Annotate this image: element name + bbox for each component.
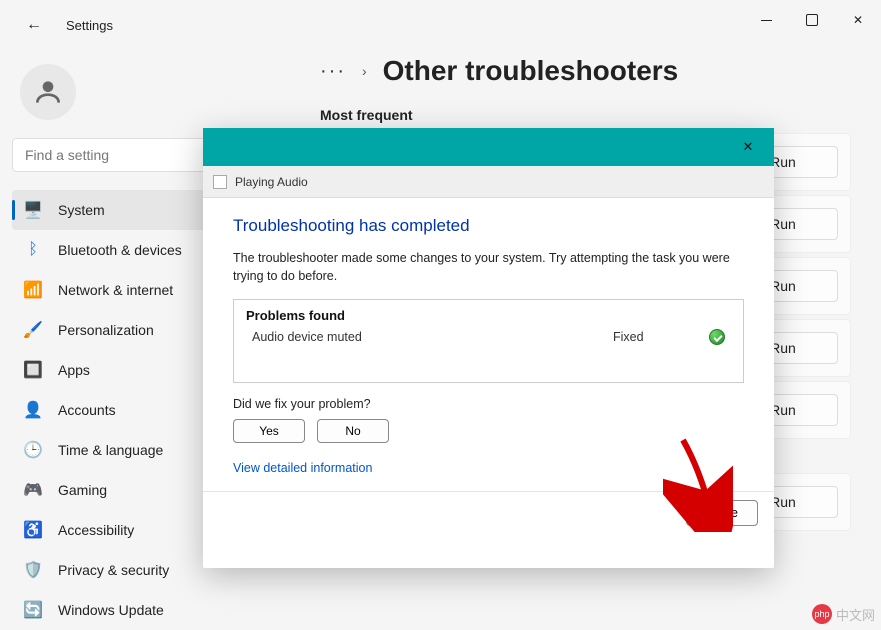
- sidebar-item-label: Privacy & security: [58, 562, 169, 578]
- watermark-logo: php: [812, 604, 832, 624]
- avatar[interactable]: [20, 64, 76, 120]
- sidebar-item-label: Accessibility: [58, 522, 134, 538]
- sidebar-item-label: Personalization: [58, 322, 154, 338]
- dialog-titlebar: ✕: [203, 128, 774, 166]
- problems-found-label: Problems found: [246, 308, 731, 323]
- dialog-title: Troubleshooting has completed: [233, 216, 744, 236]
- watermark-text: 中文网: [836, 605, 875, 624]
- sidebar-item-label: Windows Update: [58, 602, 164, 618]
- problem-row: Audio device muted Fixed: [246, 329, 731, 345]
- gamepad-icon: 🎮: [24, 481, 42, 499]
- maximize-button[interactable]: [789, 0, 835, 40]
- fix-question: Did we fix your problem?: [233, 397, 744, 411]
- update-icon: 🔄: [24, 601, 42, 619]
- search-placeholder: Find a setting: [25, 147, 109, 163]
- watermark: php 中文网: [812, 604, 875, 624]
- audio-icon: [213, 175, 227, 189]
- close-button[interactable]: Close: [686, 500, 758, 526]
- dialog-close-button[interactable]: ✕: [728, 129, 768, 165]
- no-button[interactable]: No: [317, 419, 389, 443]
- chevron-right-icon: ›: [362, 63, 367, 79]
- yes-button[interactable]: Yes: [233, 419, 305, 443]
- window-close-button[interactable]: [835, 0, 881, 40]
- sidebar-item-label: Bluetooth & devices: [58, 242, 182, 258]
- sidebar-item-label: Gaming: [58, 482, 107, 498]
- page-title: Other troubleshooters: [383, 55, 679, 87]
- dialog-body-text: The troubleshooter made some changes to …: [233, 250, 744, 285]
- problem-name: Audio device muted: [252, 330, 613, 344]
- breadcrumb: ··· › Other troubleshooters: [320, 55, 851, 87]
- shield-icon: 🛡️: [24, 561, 42, 579]
- sidebar-item-label: Accounts: [58, 402, 116, 418]
- troubleshooter-dialog: ✕ Playing Audio Troubleshooting has comp…: [203, 128, 774, 568]
- sidebar-item-label: Network & internet: [58, 282, 173, 298]
- minimize-button[interactable]: [743, 0, 789, 40]
- accessibility-icon: ♿: [24, 521, 42, 539]
- dialog-header-title: Playing Audio: [235, 175, 308, 189]
- clock-globe-icon: 🕒: [24, 441, 42, 459]
- display-icon: 🖥️: [24, 201, 42, 219]
- user-icon: [32, 76, 64, 108]
- checkmark-icon: [709, 329, 725, 345]
- problems-found-box: Problems found Audio device muted Fixed: [233, 299, 744, 383]
- sidebar-item-label: Time & language: [58, 442, 163, 458]
- sidebar-item-label: Apps: [58, 362, 90, 378]
- problem-status: Fixed: [613, 330, 693, 344]
- sidebar-item-label: System: [58, 202, 105, 218]
- person-icon: 👤: [24, 401, 42, 419]
- brush-icon: 🖌️: [24, 321, 42, 339]
- view-detailed-info-link[interactable]: View detailed information: [233, 461, 744, 475]
- apps-icon: 🔲: [24, 361, 42, 379]
- section-most-frequent: Most frequent: [320, 107, 851, 123]
- sidebar-item-windows-update[interactable]: 🔄 Windows Update: [12, 590, 288, 630]
- back-button[interactable]: ←: [20, 10, 48, 40]
- breadcrumb-more[interactable]: ···: [320, 60, 346, 83]
- dialog-header: Playing Audio: [203, 166, 774, 198]
- wifi-icon: 📶: [24, 281, 42, 299]
- app-title: Settings: [66, 18, 113, 33]
- bluetooth-icon: ᛒ: [24, 241, 42, 259]
